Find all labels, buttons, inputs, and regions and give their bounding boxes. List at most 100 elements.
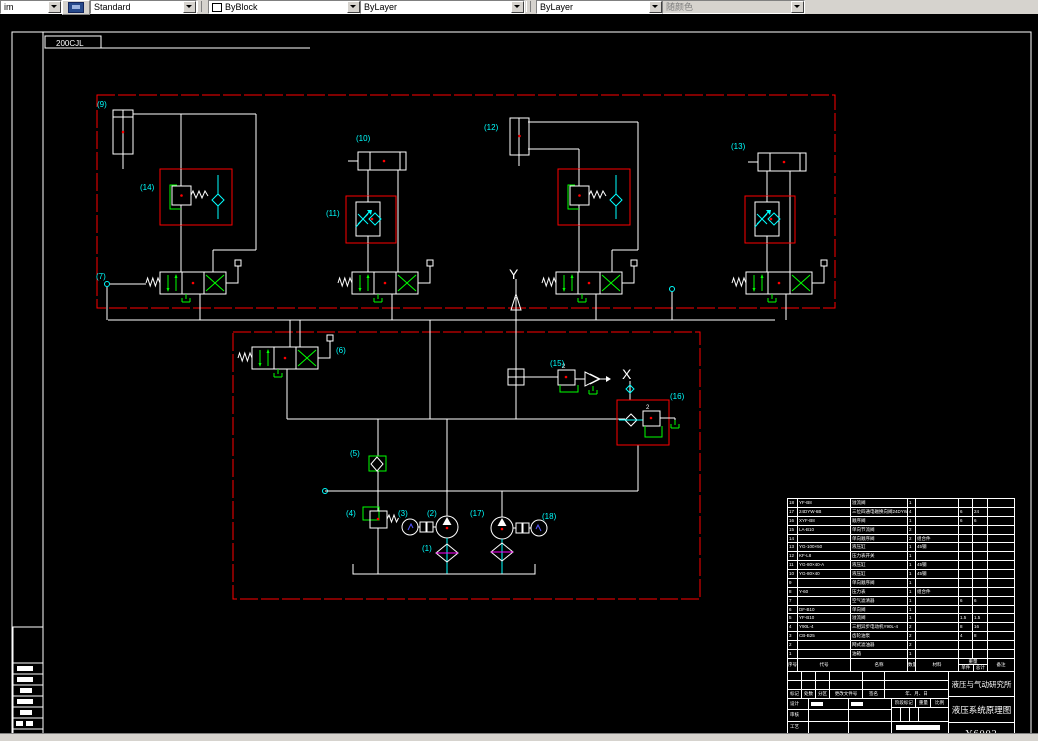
cylinder-3-group [509,117,639,272]
bom-row: 16 XYF-B8 顺序阀 1 6 6 [788,516,1014,526]
lineweight-control-combo[interactable]: ByLayer [536,0,663,14]
bom-cell [988,632,1014,640]
bom-cell [916,552,959,561]
bom-cell [973,641,988,649]
bom-cell [916,596,959,605]
bom-cell [959,552,973,561]
bom-cell [916,614,959,623]
bom-cell [973,525,988,534]
bom-cell: 顺序阀 [851,516,908,525]
bom-header-name: 名称 [851,658,908,671]
bom-header-code: 代号 [798,658,851,671]
bom-cell [973,570,988,578]
bom-cell: 45钢 [916,570,959,578]
directional-valve-2 [337,259,434,303]
bom-cell [959,649,973,658]
bom-cell: 16 [973,623,988,632]
bom-cell: 溢流阀 [851,614,908,623]
dim-style-combo[interactable]: im [0,0,62,14]
bom-cell: 1 [908,649,916,658]
check-valve-5 [368,419,387,472]
bom-cell [959,561,973,569]
style-manager-button[interactable] [62,0,90,15]
bom-cell: Y-60 [798,587,851,596]
cylinder-1-group [112,109,257,272]
toolbar-grip[interactable] [197,1,202,12]
svg-text:(15): (15) [550,359,565,368]
bom-cell: 油箱 [851,649,908,658]
bom-cell [959,587,973,596]
bom-row: 17 24DYW-6B 三位四通电磁换向阀24DYW-6 4 6 24 [788,507,1014,517]
bom-header-material: 材料 [916,658,959,671]
bom-cell [916,641,959,649]
bom-cell [959,570,973,578]
bom-cell: 2 [788,641,798,649]
dropdown-arrow-icon[interactable] [511,1,524,13]
bom-row: 12 KF-L8 压力表开关 1 [788,552,1014,562]
bom-cell: 6 [973,596,988,605]
dropdown-arrow-icon[interactable] [649,1,662,13]
counterbalance-valve-3 [557,168,631,226]
bom-cell [973,649,988,658]
bom-cell: 2 [908,525,916,534]
bom-cell [959,543,973,552]
bom-row: 9 单向顺序阀 1 [788,578,1014,588]
bom-cell: 液压缸 [851,561,908,569]
bom-cell [916,578,959,587]
bom-cell: 6 [959,507,973,516]
bom-cell: 三相异步电动机Y90L-4 [851,623,908,632]
bom-cell [959,605,973,614]
bom-row: 10 YG-80×40 液压缸 1 45钢 [788,570,1014,579]
bom-cell [988,552,1014,560]
svg-text:Y: Y [509,266,519,282]
svg-text:(13): (13) [731,142,746,151]
pilot-y-symbol: Y [509,266,522,369]
bom-cell: 24 [973,507,988,516]
bom-cell [988,606,1014,614]
svg-text:(11): (11) [326,209,340,218]
svg-text:(18): (18) [542,512,557,521]
bom-cell: 6 [788,605,798,614]
bom-cell [973,543,988,552]
organization-name: 液压与气动研究所 [949,672,1014,697]
bom-row: 7 空气滤清器 1 6 6 [788,596,1014,606]
toolbar-grip[interactable] [526,1,531,12]
directional-valve-1 [145,259,242,303]
counterbalance-valve-1 [159,168,233,226]
bom-cell: 1 [908,499,916,507]
bom-cell [959,578,973,587]
bom-cell: 1 [908,614,916,623]
svg-text:(12): (12) [484,123,499,132]
bom-cell [973,587,988,596]
pilot-x-symbol: X [622,366,635,400]
svg-text:(7): (7) [96,272,106,281]
dropdown-arrow-icon[interactable] [48,1,61,13]
bom-cell: 网式滤油器 [851,641,908,649]
bom-cell: 1 [908,570,916,578]
color-control-combo[interactable]: ByBlock [208,0,361,14]
bom-cell: 6 [959,516,973,525]
dropdown-arrow-icon[interactable] [183,1,196,13]
linetype-control-combo[interactable]: ByLayer [360,0,525,14]
status-bar-strip [0,733,1038,741]
bom-cell: 1 [908,587,916,596]
bom-cell: 单向顺序阀 [851,578,908,587]
text-style-combo[interactable]: Standard [90,0,197,14]
cad-application-window: { "toolbar": { "dim_style": "im", "text_… [0,0,1038,741]
dropdown-arrow-icon[interactable] [347,1,360,13]
cylinder-2-group [347,151,407,272]
bom-header-remark: 备注 [996,661,1006,667]
bom-cell: 组合件 [916,587,959,596]
directional-valve-3 [541,259,638,303]
drawing-title: 液压系统原理图 [949,697,1014,723]
bom-cell: 1 [908,543,916,552]
bom-cell: 三位四通电磁换向阀24DYW-6 [852,507,908,516]
revision-header-row: 标记 处数 分区 更改文件号 签名 年、月、日 [788,689,948,699]
bom-cell: LA-B10 [798,525,851,534]
bom-cell [988,650,1014,658]
tank-symbol [352,564,536,575]
bom-cell: 7 [788,596,798,605]
bom-cell: 1 [788,649,798,658]
bom-cell: 24DYW-6B [798,507,851,516]
bom-cell [959,525,973,534]
